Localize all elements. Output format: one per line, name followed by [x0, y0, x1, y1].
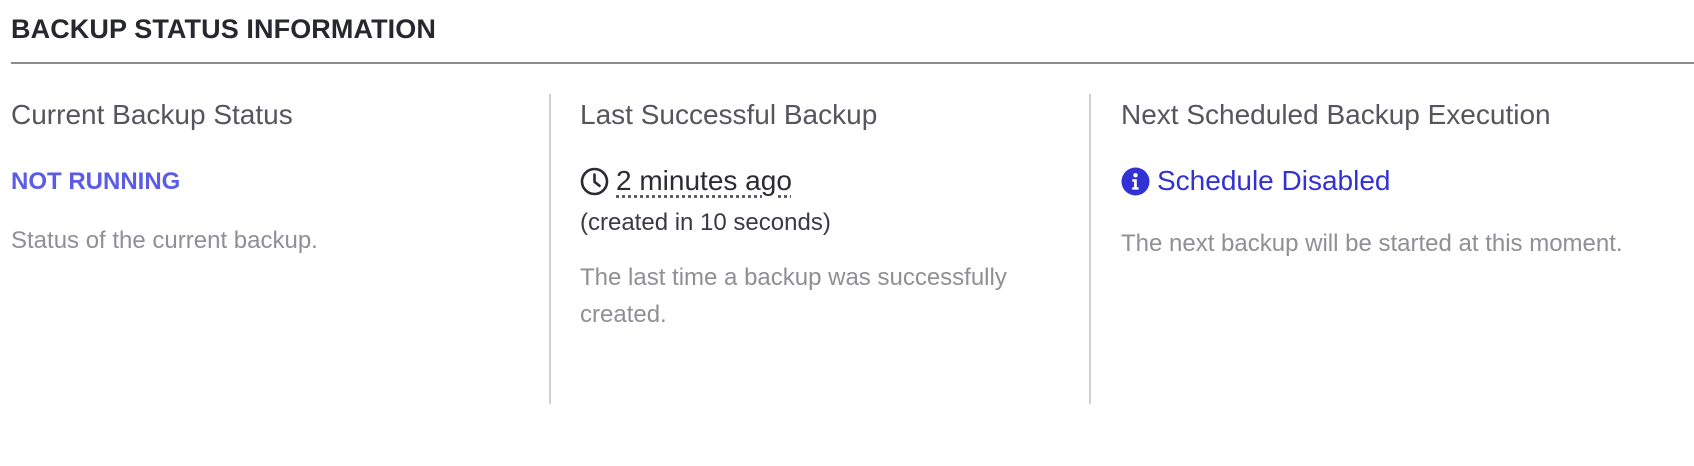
last-backup-time: 2 minutes ago	[580, 163, 1060, 199]
next-scheduled-backup-description: The next backup will be started at this …	[1121, 230, 1623, 257]
current-backup-status-description: Status of the current backup.	[11, 227, 318, 254]
column-divider	[1089, 94, 1091, 404]
last-successful-backup-heading: Last Successful Backup	[580, 99, 878, 130]
last-successful-backup-description: The last time a backup was successfully …	[580, 264, 1007, 328]
next-backup-status: Schedule Disabled	[1121, 163, 1661, 199]
next-backup-status-value: Schedule Disabled	[1157, 165, 1391, 196]
next-scheduled-backup-heading: Next Scheduled Backup Execution	[1121, 99, 1551, 130]
section-title: BACKUP STATUS INFORMATION	[11, 14, 436, 44]
clock-icon	[580, 167, 609, 196]
current-backup-status-panel: Current Backup Status NOT RUNNING Status…	[11, 94, 531, 404]
section-divider	[11, 62, 1694, 64]
last-successful-backup-panel: Last Successful Backup 2 minutes ago (cr…	[580, 94, 1060, 404]
current-backup-status-heading: Current Backup Status	[11, 99, 293, 130]
next-scheduled-backup-panel: Next Scheduled Backup Execution Schedule…	[1121, 94, 1661, 404]
info-circle-icon	[1121, 167, 1150, 196]
current-backup-status-value: NOT RUNNING	[11, 168, 181, 195]
column-divider	[549, 94, 551, 404]
last-backup-duration: (created in 10 seconds)	[580, 209, 831, 236]
last-backup-time-ago[interactable]: 2 minutes ago	[616, 163, 792, 199]
